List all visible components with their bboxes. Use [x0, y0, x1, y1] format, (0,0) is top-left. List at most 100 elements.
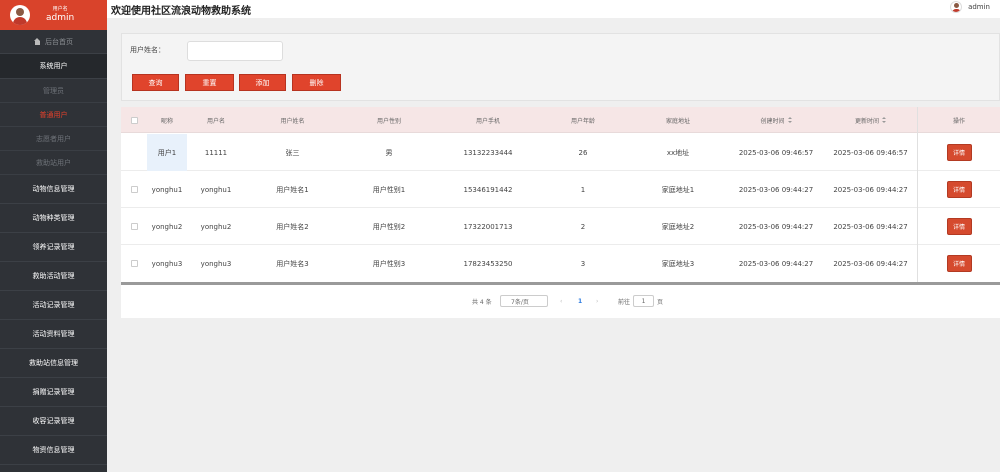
- sidebar-item-station-info[interactable]: 救助站信息管理: [0, 349, 107, 378]
- table-cell: 1: [580, 185, 586, 194]
- sidebar-item-label: 领养记录管理: [32, 243, 75, 251]
- sidebar-item-label: 普通用户: [39, 110, 68, 119]
- row-checkbox-cell[interactable]: [125, 171, 143, 208]
- table-cell: 用户姓名2: [276, 222, 309, 231]
- table-cell: 2025-03-06 09:44:27: [833, 222, 908, 231]
- column-header-label: 创建时间: [760, 117, 785, 125]
- add-button[interactable]: 添加: [239, 74, 286, 91]
- select-all-cell[interactable]: [125, 107, 143, 133]
- table-cell: yonghu1: [200, 185, 232, 194]
- detail-button[interactable]: 详情: [946, 144, 972, 161]
- page-number-current[interactable]: 1: [578, 295, 582, 307]
- row-checkbox-cell[interactable]: [125, 134, 143, 171]
- sidebar-subitem-normal-user[interactable]: 普通用户: [0, 103, 107, 127]
- detail-button[interactable]: 详情: [946, 218, 972, 235]
- table-cell: 2025-03-06 09:44:27: [738, 222, 814, 231]
- next-page-button[interactable]: ›: [596, 295, 598, 307]
- sidebar-item-shelter[interactable]: 收容记录管理: [0, 407, 107, 436]
- user-table: 昵称 用户名 用户姓名 用户性别 用户手机 用户年龄 家庭地址 创建时间 更新时…: [121, 107, 1000, 285]
- query-button[interactable]: 查询: [132, 74, 179, 91]
- row-checkbox-cell[interactable]: [125, 208, 143, 245]
- pagination: 共 4 条 7条/页 ‹ 1 › 前往 1 页: [121, 285, 1000, 318]
- table-cell: 15346191442: [463, 185, 513, 194]
- avatar: [10, 5, 30, 25]
- table-cell: 2025-03-06 09:44:27: [738, 185, 814, 194]
- sidebar-item-activity-record[interactable]: 活动记录管理: [0, 291, 107, 320]
- avatar: [950, 1, 963, 13]
- column-header: 用户性别: [376, 117, 401, 125]
- sidebar-item-supplies[interactable]: 物资信息管理: [0, 436, 107, 465]
- sidebar: 用户名 admin 后台首页 系统用户 管理员 普通用户 志愿者用户 救助站用户…: [0, 0, 107, 472]
- goto-label: 前往: [618, 298, 631, 306]
- search-label: 用户姓名：: [130, 46, 165, 54]
- page-size-select[interactable]: 7条/页: [500, 295, 548, 307]
- detail-button[interactable]: 详情: [946, 255, 972, 272]
- column-header: 家庭地址: [665, 117, 690, 125]
- search-input[interactable]: [187, 41, 283, 61]
- column-header: 昵称: [160, 117, 173, 125]
- sidebar-item-label: 动物种类管理: [32, 214, 75, 222]
- column-header: 用户年龄: [570, 117, 595, 125]
- row-checkbox-cell[interactable]: [125, 245, 143, 282]
- table-cell: 用户姓名1: [276, 185, 309, 194]
- home-icon: [34, 38, 41, 45]
- sidebar-subitem-volunteer[interactable]: 志愿者用户: [0, 127, 107, 151]
- sidebar-item-label: 救助活动管理: [32, 272, 75, 280]
- sidebar-item-label: 后台首页: [45, 37, 73, 46]
- table-cell: 用户性别3: [372, 259, 406, 268]
- sidebar-item-label: 捐赠记录管理: [32, 388, 75, 396]
- header-user[interactable]: admin: [950, 0, 990, 14]
- user-name: admin: [46, 13, 75, 23]
- sort-icon[interactable]: [787, 117, 792, 123]
- sidebar-item-label: 管理员: [43, 86, 64, 95]
- detail-button[interactable]: 详情: [946, 181, 972, 198]
- prev-page-button[interactable]: ‹: [560, 295, 562, 307]
- table-cell: 13132233444: [463, 148, 513, 157]
- sidebar-item-adoption[interactable]: 领养记录管理: [0, 233, 107, 262]
- sidebar-item-donation[interactable]: 捐赠记录管理: [0, 378, 107, 407]
- sidebar-group-system-user[interactable]: 系统用户: [0, 54, 107, 79]
- sidebar-item-label: 物资信息管理: [32, 446, 75, 454]
- sidebar-subitem-station-user[interactable]: 救助站用户: [0, 151, 107, 175]
- sidebar-item-home[interactable]: 后台首页: [0, 30, 107, 54]
- header-user-name: admin: [968, 3, 990, 11]
- delete-button[interactable]: 删除: [292, 74, 341, 91]
- sidebar-item-label: 活动记录管理: [32, 301, 75, 309]
- action-cell: 详情: [918, 208, 1000, 245]
- table-row: 用户1 11111 张三 男 13132233444 26 xx地址 2025-…: [121, 134, 1000, 171]
- table-cell: 11111: [204, 148, 228, 157]
- sidebar-item-label: 收容记录管理: [32, 417, 75, 425]
- table-cell: 张三: [285, 148, 300, 157]
- table-cell: 用户性别2: [372, 222, 406, 231]
- row-checkbox[interactable]: [130, 223, 138, 230]
- table-cell: 2025-03-06 09:46:57: [738, 148, 814, 157]
- sidebar-subitem-admin[interactable]: 管理员: [0, 79, 107, 103]
- column-header: 用户名: [206, 117, 225, 125]
- sidebar-item-activity-material[interactable]: 活动资料管理: [0, 320, 107, 349]
- table-cell: 男: [385, 148, 393, 157]
- page-title: 欢迎使用社区流浪动物救助系统: [111, 5, 251, 17]
- action-cell: 详情: [918, 245, 1000, 282]
- column-header-sortable[interactable]: 创建时间: [728, 107, 824, 133]
- top-bar: 欢迎使用社区流浪动物救助系统 admin: [107, 0, 1000, 18]
- total-count: 共 4 条: [472, 298, 492, 306]
- sidebar-item-rescue-activity[interactable]: 救助活动管理: [0, 262, 107, 291]
- sidebar-item-animal-info[interactable]: 动物信息管理: [0, 175, 107, 204]
- select-all-checkbox[interactable]: [130, 116, 138, 124]
- sidebar-item-label: 志愿者用户: [36, 134, 71, 143]
- goto-page-input[interactable]: 1: [633, 295, 654, 307]
- column-header-label: 更新时间: [854, 117, 879, 125]
- sidebar-item-animal-species[interactable]: 动物种类管理: [0, 204, 107, 233]
- table-cell: 17823453250: [463, 259, 513, 268]
- table-cell: yonghu1: [151, 185, 183, 194]
- table-cell: 3: [580, 259, 586, 268]
- table-cell: 家庭地址2: [661, 222, 695, 231]
- reset-button[interactable]: 重置: [185, 74, 234, 91]
- table-cell: 17322001713: [463, 222, 513, 231]
- column-header-sortable[interactable]: 更新时间: [824, 107, 917, 133]
- action-cell: 详情: [918, 134, 1000, 171]
- sort-icon[interactable]: [882, 117, 886, 123]
- row-checkbox[interactable]: [130, 260, 138, 267]
- user-role-label: 用户名: [52, 6, 68, 12]
- row-checkbox[interactable]: [130, 186, 138, 193]
